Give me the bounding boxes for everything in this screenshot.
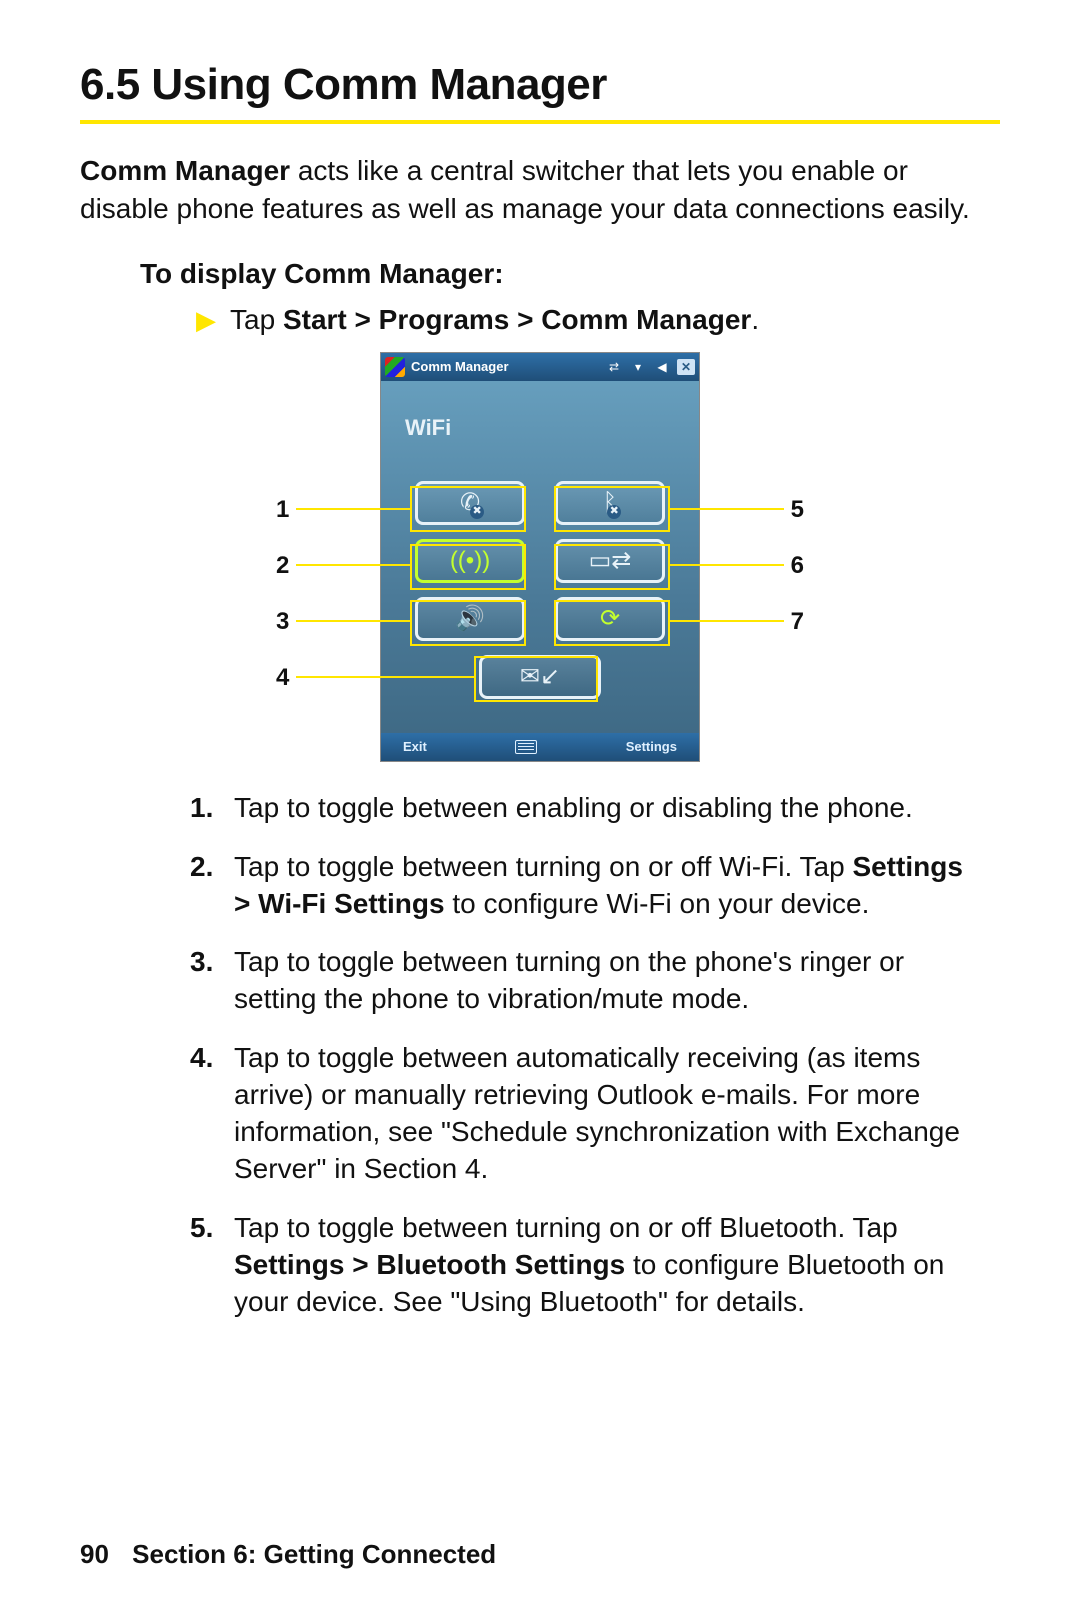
callout-2: 2 (276, 552, 289, 580)
callout-3: 3 (276, 608, 289, 636)
list-number: 3. (190, 944, 213, 981)
callout-5: 5 (791, 496, 804, 524)
window-title: Comm Manager (411, 359, 599, 374)
list-item: 3. Tap to toggle between turning on the p… (190, 944, 980, 1018)
callout-7: 7 (791, 608, 804, 636)
list-text: Tap to toggle between enabling or disabl… (234, 792, 913, 823)
speaker-icon: ◀ (653, 359, 671, 375)
list-text: Tap to toggle between turning on the pho… (234, 946, 904, 1014)
intro-paragraph: Comm Manager acts like a central switche… (80, 152, 1000, 228)
page-number: 90 (80, 1539, 109, 1569)
wifi-toggle-button[interactable]: ((•)) (415, 539, 525, 583)
list-text: to configure Wi-Fi on your device. (445, 888, 870, 919)
bluetooth-icon: ᛒ (603, 491, 617, 515)
close-icon: ✕ (677, 359, 695, 375)
callout-4: 4 (276, 664, 289, 692)
phone-toggle-button[interactable]: ✆ (415, 481, 525, 525)
activesync-toggle-button[interactable]: ⟳ (555, 597, 665, 641)
bluetooth-toggle-button[interactable]: ᛒ (555, 481, 665, 525)
list-item: 2. Tap to toggle between turning on or of… (190, 849, 980, 923)
signal-icon: ▾ (629, 359, 647, 375)
wifi-label: WiFi (405, 415, 451, 441)
windows-flag-icon (385, 357, 405, 377)
step-bold: Start > Programs > Comm Manager (283, 304, 751, 335)
list-text: Tap to toggle between automatically rece… (234, 1042, 960, 1184)
refresh-icon: ⟳ (600, 607, 620, 631)
footer-section: Section 6: Getting Connected (132, 1539, 496, 1569)
phone-body: WiFi ✆ ᛒ ((•)) ▭⇄ 🔊 (381, 381, 699, 733)
softkey-right[interactable]: Settings (626, 739, 677, 754)
mail-toggle-button[interactable]: ✉↙ (479, 655, 601, 699)
step-suffix: . (751, 304, 759, 335)
ringer-toggle-button[interactable]: 🔊 (415, 597, 525, 641)
list-item: 1. Tap to toggle between enabling or disa… (190, 790, 980, 827)
softkey-left[interactable]: Exit (403, 739, 427, 754)
data-toggle-button[interactable]: ▭⇄ (555, 539, 665, 583)
list-bold: Settings > Bluetooth Settings (234, 1249, 625, 1280)
wifi-icon: ((•)) (450, 549, 490, 573)
callout-1: 1 (276, 496, 289, 524)
phone-screenshot: Comm Manager ⇄ ▾ ◀ ✕ WiFi ✆ ᛒ ((•)) (380, 352, 700, 762)
triangle-bullet-icon: ▶ (196, 305, 216, 336)
page-footer: 90 Section 6: Getting Connected (80, 1539, 496, 1570)
description-list: 1. Tap to toggle between enabling or disa… (190, 790, 980, 1321)
volume-icon: 🔊 (455, 607, 485, 631)
titlebar: Comm Manager ⇄ ▾ ◀ ✕ (381, 353, 699, 381)
intro-bold: Comm Manager (80, 155, 290, 186)
step-prefix: Tap (230, 304, 283, 335)
list-number: 5. (190, 1210, 213, 1247)
figure-wrap: Comm Manager ⇄ ▾ ◀ ✕ WiFi ✆ ᛒ ((•)) (220, 352, 860, 762)
device-sync-icon: ▭⇄ (589, 549, 632, 573)
list-number: 2. (190, 849, 213, 886)
mail-icon: ✉↙ (520, 665, 560, 689)
sync-icon: ⇄ (605, 359, 623, 375)
list-item: 4. Tap to toggle between automatically re… (190, 1040, 980, 1188)
list-text: Tap to toggle between turning on or off … (234, 851, 852, 882)
step-line: ▶ Tap Start > Programs > Comm Manager. (196, 304, 1000, 336)
phone-icon: ✆ (460, 491, 480, 515)
subheading: To display Comm Manager: (140, 258, 1000, 290)
list-text: Tap to toggle between turning on or off … (234, 1212, 898, 1243)
list-number: 4. (190, 1040, 213, 1077)
button-grid: ✆ ᛒ ((•)) ▭⇄ 🔊 ⟳ (381, 481, 699, 699)
section-heading: 6.5 Using Comm Manager (80, 60, 1000, 124)
softkey-bar: Exit Settings (381, 733, 699, 761)
list-number: 1. (190, 790, 213, 827)
callout-6: 6 (791, 552, 804, 580)
list-item: 5. Tap to toggle between turning on or of… (190, 1210, 980, 1321)
keyboard-icon[interactable] (515, 740, 537, 754)
